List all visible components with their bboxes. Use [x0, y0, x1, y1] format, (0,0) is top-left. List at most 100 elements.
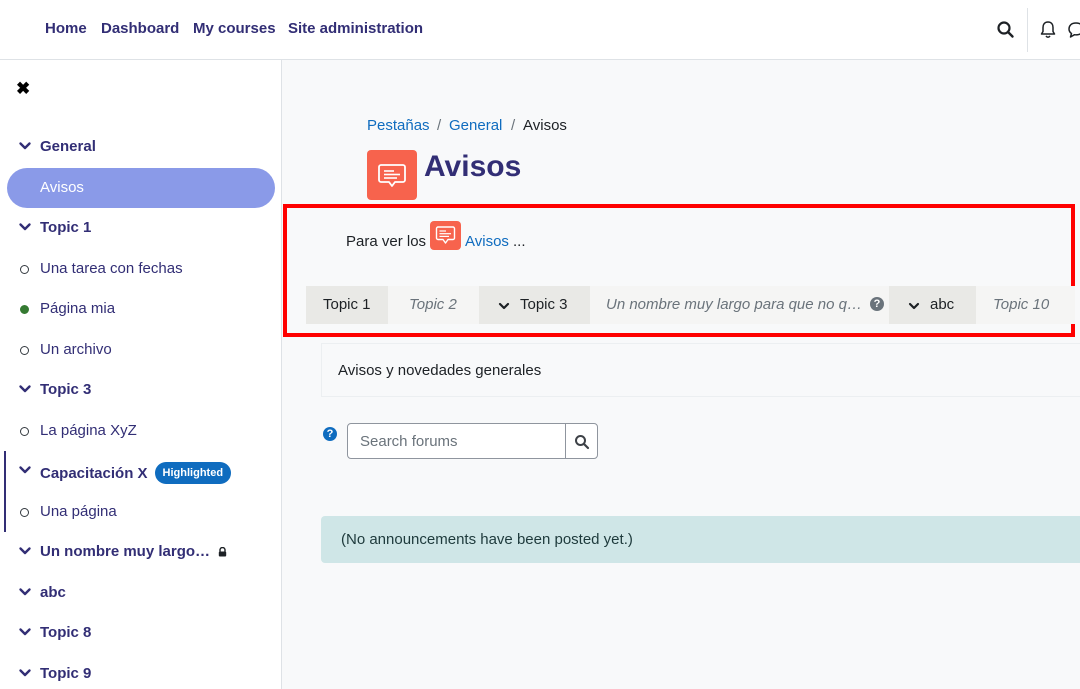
breadcrumb-item-pestanas[interactable]: Pestañas — [367, 117, 430, 134]
course-section-abc[interactable]: abc — [7, 573, 275, 613]
alert-text: (No announcements have been posted yet.) — [341, 531, 633, 548]
course-index-item-label: Un nombre muy largo… — [40, 543, 227, 560]
tab-label: Un nombre muy largo para que no q… — [606, 296, 862, 313]
course-activity-una-pagina[interactable]: Una página — [7, 492, 275, 532]
no-announcements-alert: (No announcements have been posted yet.) — [321, 516, 1080, 563]
course-section-topic-9[interactable]: Topic 9 — [7, 654, 275, 689]
nav-my-courses-link[interactable]: My courses — [193, 20, 276, 37]
course-index-item-label: Capacitación X Highlighted — [40, 462, 232, 484]
course-index-item-label: Una tarea con fechas — [40, 260, 183, 277]
chevron-down-icon[interactable] — [18, 139, 32, 153]
course-activity-un-archivo[interactable]: Un archivo — [7, 330, 275, 370]
navbar-divider — [1027, 8, 1028, 52]
course-section-capacitacion-x[interactable]: Capacitación X Highlighted — [7, 451, 275, 491]
search-icon[interactable] — [995, 19, 1017, 41]
course-index-item-text: Topic 8 — [40, 624, 92, 641]
course-activity-pagina-mia[interactable]: Página mia — [7, 289, 275, 329]
tab-topic-2[interactable]: Topic 2 — [388, 286, 479, 324]
course-index-item-label: Topic 9 — [40, 665, 91, 682]
course-index-item-text: General — [40, 138, 96, 155]
course-activity-una-tarea-con-fechas[interactable]: Una tarea con fechas — [7, 249, 275, 289]
intro-avisos-link[interactable]: Avisos — [465, 233, 509, 250]
section-summary: Avisos y novedades generales — [321, 343, 1080, 397]
help-icon[interactable]: ? — [323, 427, 337, 441]
course-index-item-label: abc — [40, 584, 66, 601]
intro-text: Para ver los — [346, 233, 427, 250]
course-index-item-text: Una tarea con fechas — [40, 259, 183, 277]
course-index-item-text: Una página — [40, 502, 117, 520]
lock-icon — [218, 547, 227, 557]
breadcrumb-separator: / — [511, 117, 516, 134]
course-index-item-label: Topic 1 — [40, 219, 91, 236]
course-section-general[interactable]: General — [7, 127, 275, 167]
tab-topic-1[interactable]: Topic 1 — [306, 286, 388, 324]
breadcrumb-item-current: Avisos — [523, 117, 567, 134]
nav-dashboard-link[interactable]: Dashboard — [101, 20, 179, 37]
course-index-item-text: Página mia — [40, 300, 116, 317]
course-index-item-text: Un nombre muy largo… — [40, 543, 211, 560]
course-index-item-text: abc — [40, 583, 66, 601]
tab-abc[interactable]: abc — [889, 286, 976, 324]
chevron-down-icon[interactable] — [18, 382, 32, 396]
nav-site-administration-link[interactable]: Site administration — [288, 20, 423, 37]
course-index-item-label: La página XyZ — [40, 422, 137, 439]
course-section-topic-3[interactable]: Topic 3 — [7, 370, 275, 410]
course-index-item-label: Una página — [40, 503, 117, 520]
completion-incomplete-icon — [20, 507, 29, 517]
course-index-item-text: La página XyZ — [40, 421, 137, 439]
breadcrumb-item-general[interactable]: General — [449, 117, 502, 134]
search-forums-input[interactable] — [347, 423, 566, 459]
completion-incomplete-icon — [20, 345, 29, 355]
tab-label: Topic 3 — [520, 296, 568, 313]
help-icon[interactable]: ? — [870, 297, 884, 311]
tab-label: Topic 1 — [323, 296, 371, 313]
course-index-drawer: ✖ General Avisos Topic 1 Una tarea con fech… — [0, 60, 282, 689]
tab-topic-10[interactable]: Topic 10 — [976, 286, 1075, 324]
highlighted-badge: Highlighted — [154, 462, 232, 484]
close-icon[interactable]: ✖ — [16, 80, 34, 98]
chevron-down-icon[interactable] — [18, 463, 32, 477]
course-index-item-label: Un archivo — [40, 341, 112, 358]
course-section-topic-8[interactable]: Topic 8 — [7, 613, 275, 653]
chevron-down-icon[interactable] — [18, 666, 32, 680]
chevron-down-icon[interactable] — [18, 220, 32, 234]
course-index-item-label: General — [40, 138, 96, 155]
tab-label: abc — [930, 296, 955, 313]
course-index-item-text: Capacitación X — [40, 465, 148, 482]
bell-icon[interactable] — [1037, 19, 1059, 41]
search-forums-button[interactable] — [565, 423, 598, 459]
course-index-item-label: Avisos — [40, 179, 84, 196]
forum-icon — [430, 221, 461, 250]
tab-label: Topic 10 — [993, 296, 1050, 313]
tab-topic-3[interactable]: Topic 3 — [479, 286, 590, 324]
breadcrumb-separator: / — [437, 117, 442, 134]
top-navbar: Home Dashboard My courses Site administr… — [0, 0, 1080, 60]
completion-incomplete-icon — [20, 264, 29, 274]
chevron-down-icon — [908, 302, 920, 310]
course-section-un-nombre-muy-largo[interactable]: Un nombre muy largo… — [7, 532, 275, 572]
tab-label: Topic 2 — [409, 296, 457, 313]
course-index-item-text: Topic 9 — [40, 664, 92, 682]
course-index-item-text: Avisos — [40, 178, 84, 196]
course-activity-la-pagina-xyz[interactable]: La página XyZ — [7, 411, 275, 451]
completion-incomplete-icon — [20, 426, 29, 436]
intro-ellipsis: ... — [513, 233, 526, 250]
course-activity-avisos[interactable]: Avisos — [7, 167, 275, 208]
chevron-down-icon[interactable] — [18, 544, 32, 558]
nav-home-link[interactable]: Home — [45, 20, 87, 37]
course-index-item-label: Página mia — [40, 300, 115, 317]
course-section-topic-1[interactable]: Topic 1 — [7, 208, 275, 248]
course-index-item-text: Topic 1 — [40, 219, 92, 236]
chevron-down-icon — [498, 302, 510, 310]
section-summary-text: Avisos y novedades generales — [338, 362, 542, 379]
search-icon — [575, 435, 590, 450]
chevron-down-icon[interactable] — [18, 585, 32, 599]
page-title: Avisos — [424, 150, 522, 183]
chat-icon[interactable] — [1066, 19, 1080, 41]
course-index-item-text: Topic 3 — [40, 381, 92, 398]
completion-complete-icon — [20, 305, 29, 314]
chevron-down-icon[interactable] — [18, 625, 32, 639]
course-index-item-label: Topic 8 — [40, 624, 91, 641]
tab-un-nombre-muy-largo[interactable]: Un nombre muy largo para que no q… — [590, 286, 889, 324]
course-index-item-label: Topic 3 — [40, 381, 91, 398]
